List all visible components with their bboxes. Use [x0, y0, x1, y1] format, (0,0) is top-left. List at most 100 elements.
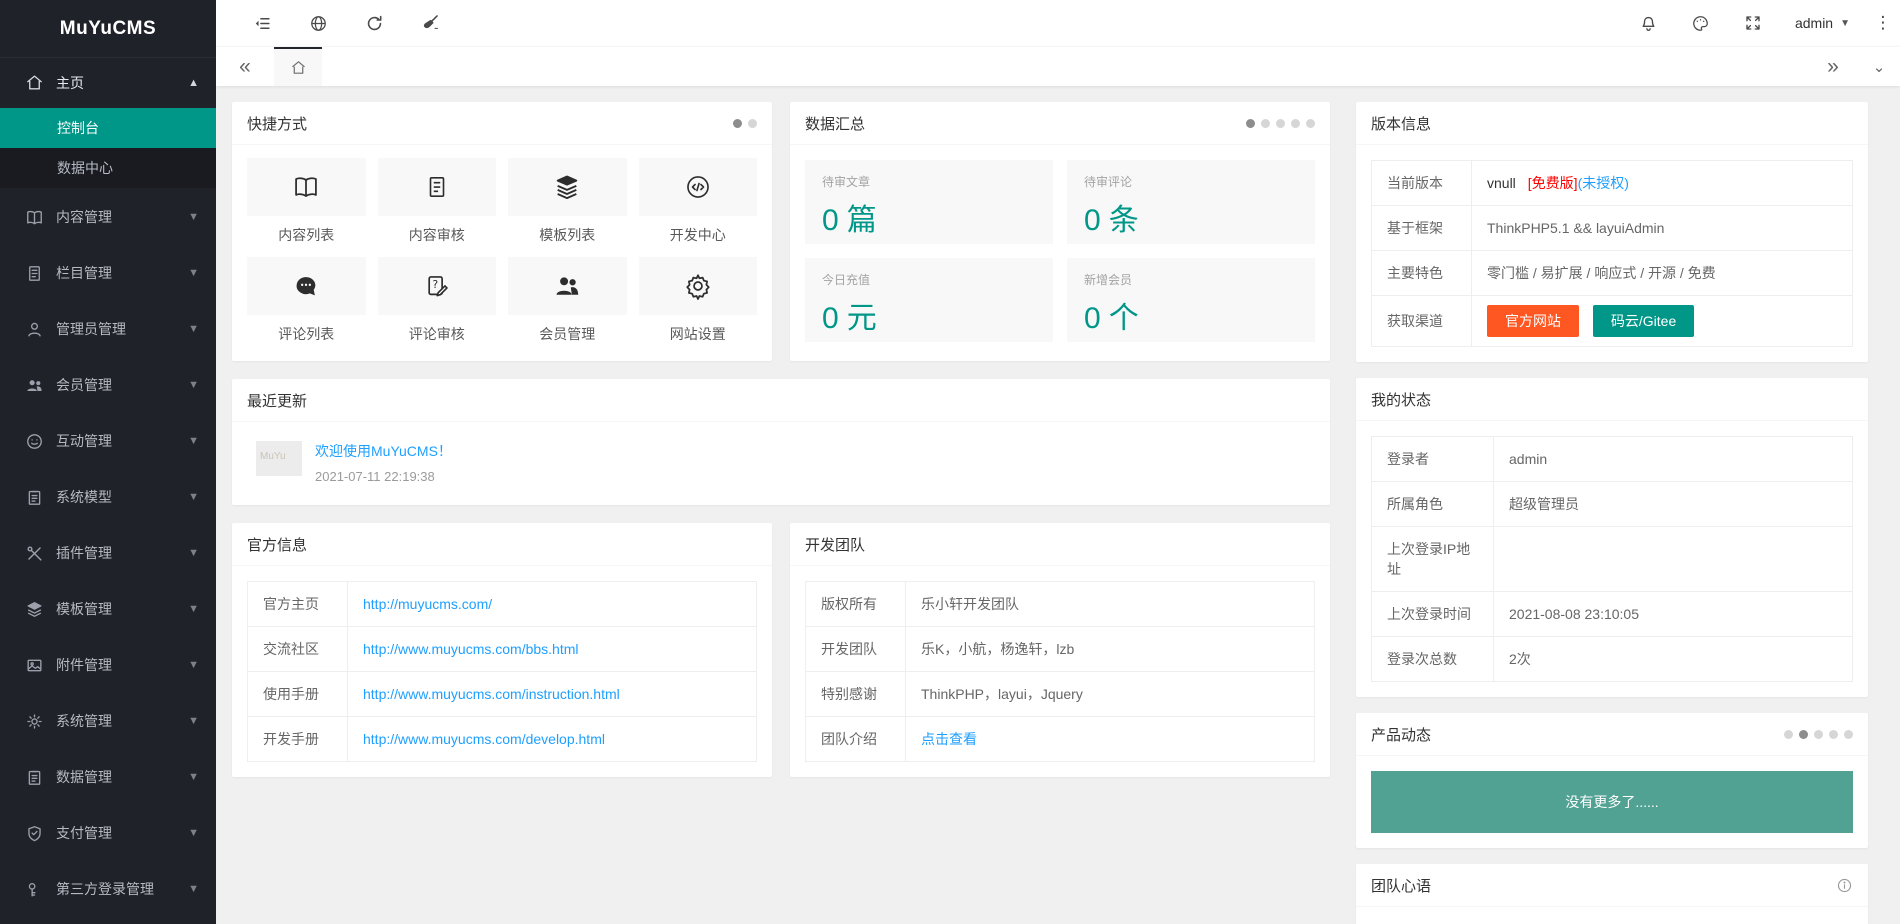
chevron-down-icon: ▼: [188, 435, 199, 447]
carousel-dot[interactable]: [1799, 730, 1808, 739]
sidebar-item-attachments[interactable]: 附件管理 ▼: [0, 637, 216, 693]
tab-home[interactable]: [274, 47, 322, 86]
topbar-left-icons: [234, 0, 458, 46]
carousel-dot[interactable]: [1246, 119, 1255, 128]
chevron-down-icon: ▼: [1840, 18, 1850, 29]
shortcut-label: 评论列表: [247, 324, 366, 344]
team-intro-link[interactable]: 点击查看: [921, 731, 977, 747]
sidebar-item-data[interactable]: 数据管理 ▼: [0, 749, 216, 805]
manual-link[interactable]: http://www.muyucms.com/instruction.html: [363, 686, 620, 702]
row-value: 超级管理员: [1494, 482, 1852, 526]
sidebar-item-templates[interactable]: 模板管理 ▼: [0, 581, 216, 637]
carousel-dot[interactable]: [1291, 119, 1300, 128]
carousel-dot[interactable]: [748, 119, 757, 128]
chevron-down-icon: ▼: [188, 211, 199, 223]
official-home-link[interactable]: http://muyucms.com/: [363, 596, 492, 612]
sidebar-item-console[interactable]: 控制台: [0, 108, 216, 148]
tabs-scroll-right-button[interactable]: »: [1808, 47, 1858, 86]
palette-icon: [1691, 14, 1710, 33]
globe-icon: [309, 14, 328, 33]
tabs-scroll-left-button[interactable]: «: [216, 47, 274, 86]
sidebar-item-home[interactable]: 主页 ▲: [0, 58, 216, 107]
chevron-down-icon: ▼: [188, 267, 199, 279]
sidebar: MuYuCMS 主页 ▲ 控制台 数据中心 内容管理 ▼ 栏目管理 ▼ 管理员管…: [0, 0, 216, 924]
notifications-button[interactable]: [1623, 0, 1675, 46]
chevron-down-icon: ▼: [188, 603, 199, 615]
info-icon[interactable]: [1836, 877, 1853, 894]
gear-icon: [25, 712, 44, 731]
shortcut-site-settings[interactable]: 网站设置: [639, 257, 758, 344]
smiley-icon: [25, 432, 44, 451]
shortcut-comment-review[interactable]: ? 评论审核: [378, 257, 497, 344]
sidebar-item-category[interactable]: 栏目管理 ▼: [0, 245, 216, 301]
theme-button[interactable]: [1675, 0, 1727, 46]
sidebar-item-members[interactable]: 会员管理 ▼: [0, 357, 216, 413]
tabs-menu-button[interactable]: ⌄: [1858, 47, 1900, 86]
card-official-info: 官方信息 官方主页 http://muyucms.com/ 交流社区 http:…: [232, 523, 772, 777]
fullscreen-button[interactable]: [1727, 0, 1779, 46]
community-link[interactable]: http://www.muyucms.com/bbs.html: [363, 641, 579, 657]
carousel-dots: [733, 119, 757, 128]
sidebar-item-plugins[interactable]: 插件管理 ▼: [0, 525, 216, 581]
user-menu[interactable]: admin ▼: [1779, 0, 1866, 46]
gitee-button[interactable]: 码云/Gitee: [1593, 305, 1694, 337]
code-circle-icon: [684, 173, 712, 201]
layers-icon: [25, 600, 44, 619]
sidebar-item-label: 管理员管理: [56, 319, 126, 339]
collapse-sidebar-button[interactable]: [234, 0, 290, 46]
shortcut-comment-list[interactable]: 评论列表: [247, 257, 366, 344]
row-label: 上次登录IP地址: [1372, 527, 1494, 591]
more-menu-button[interactable]: ⋮: [1866, 0, 1900, 46]
carousel-dot[interactable]: [1844, 730, 1853, 739]
stat-unit: 条: [1109, 204, 1139, 237]
carousel-dot[interactable]: [1784, 730, 1793, 739]
chevron-up-icon: ▲: [188, 77, 199, 89]
sidebar-item-content[interactable]: 内容管理 ▼: [0, 189, 216, 245]
tabs-empty-space: [322, 47, 1808, 86]
update-item[interactable]: 欢迎使用MuYuCMS！ 2021-07-11 22:19:38: [256, 441, 1315, 484]
shortcut-content-review[interactable]: 内容审核: [378, 158, 497, 245]
carousel-dot[interactable]: [1276, 119, 1285, 128]
sidebar-item-admins[interactable]: 管理员管理 ▼: [0, 301, 216, 357]
carousel-dot[interactable]: [733, 119, 742, 128]
sidebar-item-system[interactable]: 系统管理 ▼: [0, 693, 216, 749]
row-label: 开发手册: [248, 717, 348, 761]
sidebar-item-thirdparty-login[interactable]: 第三方登录管理 ▼: [0, 861, 216, 917]
sidebar-item-label: 第三方登录管理: [56, 879, 154, 899]
unauthorized-tag: (未授权): [1578, 175, 1629, 191]
sidebar-item-payment[interactable]: 支付管理 ▼: [0, 805, 216, 861]
table-row: 开发手册 http://www.muyucms.com/develop.html: [248, 717, 756, 761]
carousel-dot[interactable]: [1814, 730, 1823, 739]
left-area: 快捷方式 内容列表 内容审核: [232, 102, 1330, 777]
sidebar-item-models[interactable]: 系统模型 ▼: [0, 469, 216, 525]
sidebar-item-interaction[interactable]: 互动管理 ▼: [0, 413, 216, 469]
refresh-button[interactable]: [346, 0, 402, 46]
sidebar-item-label: 插件管理: [56, 543, 112, 563]
stat-new-members: 新增会员 0个: [1067, 258, 1315, 342]
sidebar-item-datacenter[interactable]: 数据中心: [0, 148, 216, 188]
update-link[interactable]: 欢迎使用MuYuCMS！: [315, 443, 452, 459]
carousel-dot[interactable]: [1261, 119, 1270, 128]
card-title: 版本信息: [1371, 113, 1431, 134]
official-website-button[interactable]: 官方网站: [1487, 305, 1579, 337]
shortcut-template-list[interactable]: 模板列表: [508, 158, 627, 245]
table-row: 获取渠道 官方网站 码云/Gitee: [1372, 296, 1852, 346]
table-row: 上次登录时间 2021-08-08 23:10:05: [1372, 592, 1852, 637]
sidebar-item-label: 系统模型: [56, 487, 112, 507]
carousel-dot[interactable]: [1306, 119, 1315, 128]
row-value: 2次: [1494, 637, 1852, 681]
dashboard-content: 快捷方式 内容列表 内容审核: [216, 86, 1900, 924]
table-row: 版权所有 乐小轩开发团队: [806, 582, 1314, 627]
table-row: 登录者 admin: [1372, 437, 1852, 482]
sidebar-item-label: 附件管理: [56, 655, 112, 675]
carousel-dot[interactable]: [1829, 730, 1838, 739]
shortcut-dev-center[interactable]: 开发中心: [639, 158, 758, 245]
shortcut-member-management[interactable]: 会员管理: [508, 257, 627, 344]
clear-cache-button[interactable]: [402, 0, 458, 46]
dev-manual-link[interactable]: http://www.muyucms.com/develop.html: [363, 731, 605, 747]
tabbar: « » ⌄: [216, 46, 1900, 86]
shortcut-label: 网站设置: [639, 324, 758, 344]
site-home-button[interactable]: [290, 0, 346, 46]
sidebar-item-label: 支付管理: [56, 823, 112, 843]
shortcut-content-list[interactable]: 内容列表: [247, 158, 366, 245]
